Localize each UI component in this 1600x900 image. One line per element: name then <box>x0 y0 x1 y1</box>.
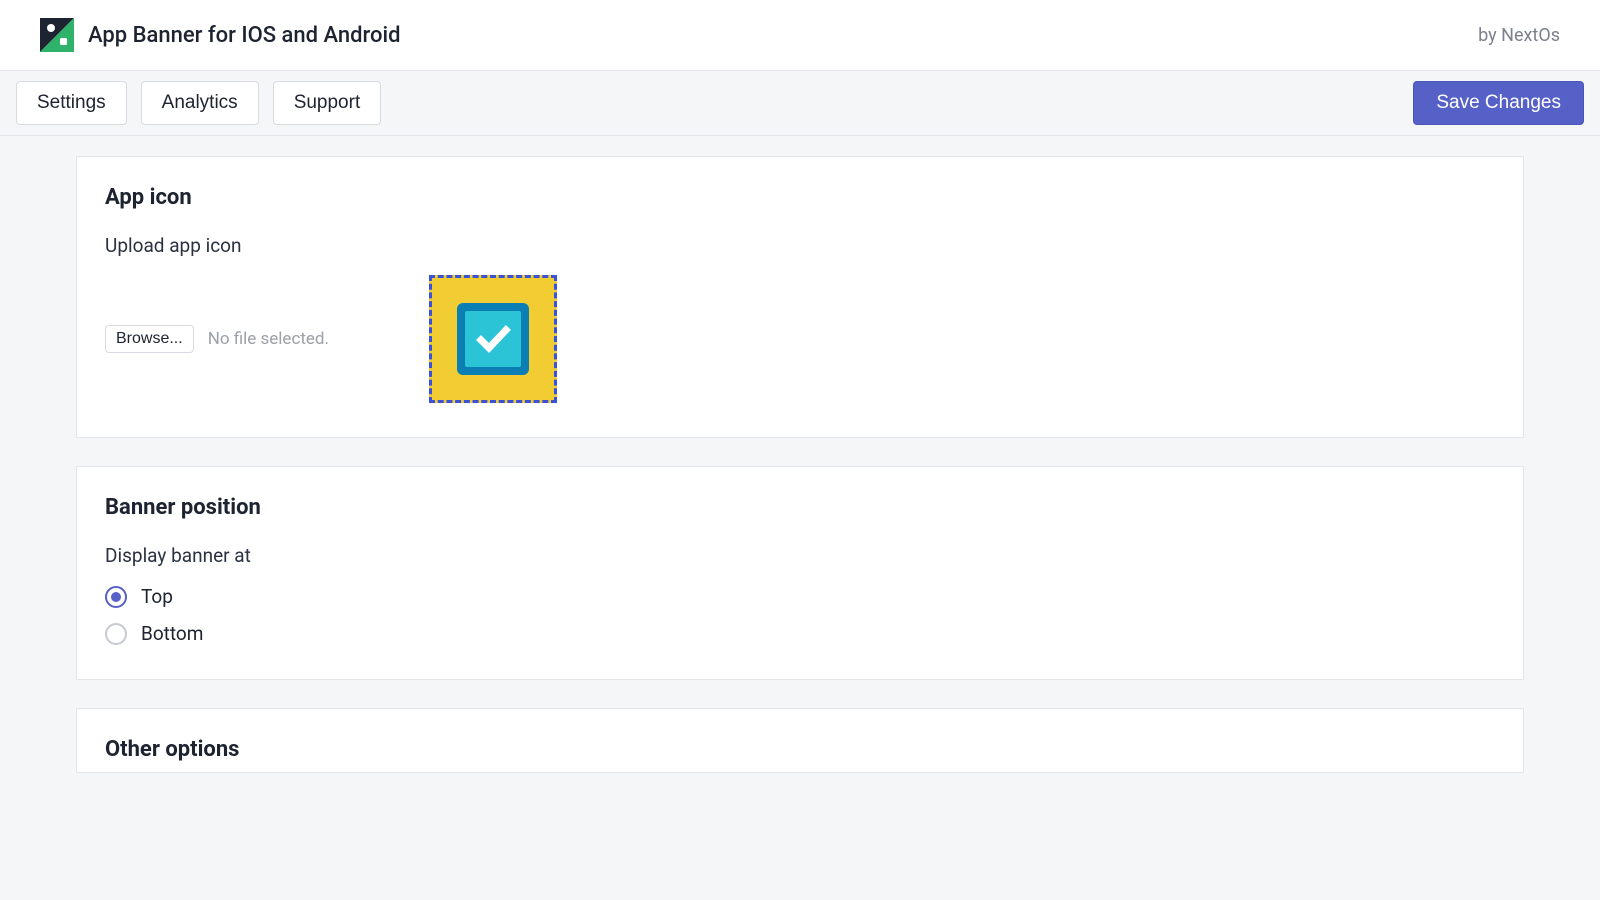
banner-position-radio-group: Top Bottom <box>105 585 1495 645</box>
banner-position-card: Banner position Display banner at Top Bo… <box>76 466 1524 680</box>
radio-option-top[interactable]: Top <box>105 585 1495 608</box>
icon-preview-dropzone[interactable] <box>429 275 557 403</box>
file-picker: Browse... No file selected. <box>105 325 329 353</box>
radio-label-top: Top <box>141 585 173 608</box>
upload-app-icon-label: Upload app icon <box>105 234 1495 257</box>
other-options-card-title: Other options <box>105 737 1495 762</box>
settings-button[interactable]: Settings <box>16 81 127 125</box>
display-banner-at-label: Display banner at <box>105 544 1495 567</box>
toolbar: Settings Analytics Support Save Changes <box>0 71 1600 136</box>
content-area: App icon Upload app icon Browse... No fi… <box>0 136 1600 813</box>
banner-position-card-title: Banner position <box>105 495 1495 520</box>
app-icon-card-title: App icon <box>105 185 1495 210</box>
app-logo-icon <box>40 18 74 52</box>
support-button[interactable]: Support <box>273 81 382 125</box>
radio-option-bottom[interactable]: Bottom <box>105 622 1495 645</box>
radio-icon <box>105 586 127 608</box>
file-status-text: No file selected. <box>208 329 329 349</box>
radio-icon <box>105 623 127 645</box>
upload-row: Browse... No file selected. <box>105 275 1495 403</box>
header-bar: App Banner for IOS and Android by NextOs <box>0 0 1600 71</box>
toolbar-left: Settings Analytics Support <box>16 81 381 125</box>
analytics-button[interactable]: Analytics <box>141 81 259 125</box>
byline: by NextOs <box>1478 25 1560 46</box>
checkmark-icon <box>473 319 513 359</box>
other-options-card: Other options <box>76 708 1524 773</box>
header-left: App Banner for IOS and Android <box>40 18 401 52</box>
page-title: App Banner for IOS and Android <box>88 23 401 48</box>
save-changes-button[interactable]: Save Changes <box>1413 81 1584 125</box>
app-icon-card: App icon Upload app icon Browse... No fi… <box>76 156 1524 438</box>
preview-icon-inner <box>465 311 521 367</box>
radio-label-bottom: Bottom <box>141 622 203 645</box>
browse-button[interactable]: Browse... <box>105 325 194 353</box>
preview-icon-outer <box>457 303 529 375</box>
